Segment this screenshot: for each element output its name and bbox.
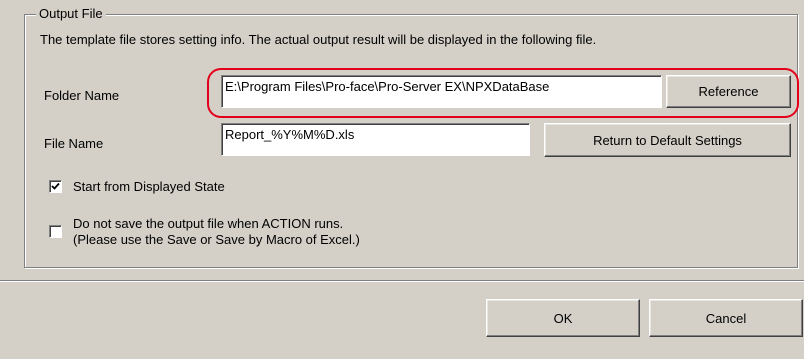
start-displayed-label: Start from Displayed State (73, 179, 225, 194)
file-name-label: File Name (44, 136, 104, 151)
no-save-label-line2: (Please use the Save or Save by Macro of… (73, 232, 360, 247)
output-file-description: The template file stores setting info. T… (40, 32, 597, 47)
ok-button[interactable]: OK (486, 299, 640, 337)
checkmark-icon (51, 182, 60, 190)
footer-separator (0, 280, 804, 282)
reference-button[interactable]: Reference (666, 75, 791, 108)
start-displayed-checkbox[interactable] (49, 180, 62, 193)
file-name-field[interactable]: Report_%Y%M%D.xls (221, 123, 530, 156)
no-save-checkbox[interactable] (49, 225, 62, 238)
cancel-button[interactable]: Cancel (649, 299, 803, 337)
return-to-default-button[interactable]: Return to Default Settings (544, 123, 791, 157)
output-file-group-title: Output File (36, 6, 106, 22)
no-save-label-line1: Do not save the output file when ACTION … (73, 216, 344, 231)
folder-name-field[interactable]: E:\Program Files\Pro-face\Pro-Server EX\… (221, 75, 662, 108)
folder-name-label: Folder Name (44, 88, 120, 103)
